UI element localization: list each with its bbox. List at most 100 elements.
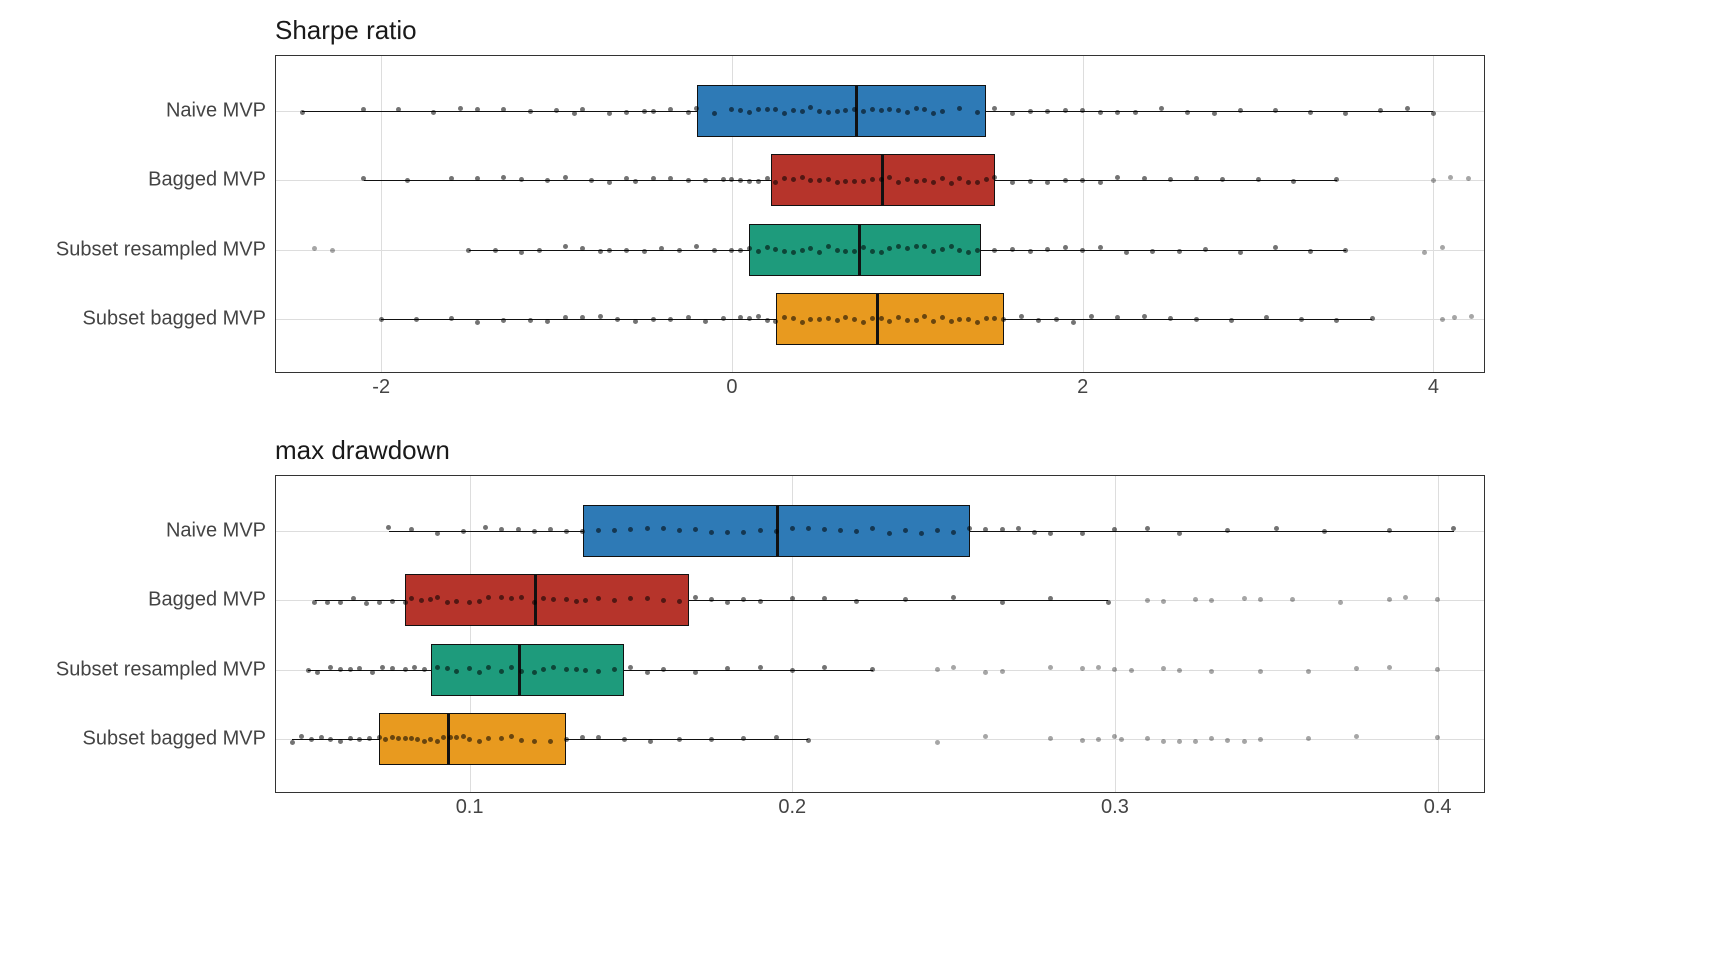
data-point <box>564 597 569 602</box>
y-tick-label: Subset bagged MVP <box>83 728 266 751</box>
data-point <box>1343 248 1348 253</box>
data-point <box>712 248 717 253</box>
data-point <box>1194 317 1199 322</box>
outlier-point <box>1338 600 1343 605</box>
data-point <box>1106 600 1111 605</box>
data-point <box>966 250 971 255</box>
data-point <box>403 736 408 741</box>
outlier-point <box>1129 668 1134 673</box>
data-point <box>817 109 822 114</box>
data-point <box>951 530 956 535</box>
data-point <box>940 109 945 114</box>
data-point <box>312 600 317 605</box>
data-point <box>1405 106 1410 111</box>
data-point <box>648 739 653 744</box>
data-point <box>677 737 682 742</box>
data-point <box>422 739 427 744</box>
box-median <box>858 224 861 276</box>
data-point <box>790 596 795 601</box>
data-point <box>493 248 498 253</box>
data-point <box>984 316 989 321</box>
outlier-point <box>983 670 988 675</box>
data-point <box>1177 249 1182 254</box>
data-point <box>607 180 612 185</box>
data-point <box>348 736 353 741</box>
data-point <box>861 245 866 250</box>
data-point <box>1098 110 1103 115</box>
outlier-point <box>1048 736 1053 741</box>
data-point <box>1001 317 1006 322</box>
data-point <box>835 248 840 253</box>
data-point <box>703 319 708 324</box>
data-point <box>1010 111 1015 116</box>
data-point <box>403 600 408 605</box>
data-point <box>879 108 884 113</box>
plot-area: 0.10.20.30.4Naive MVPBagged MVPSubset re… <box>275 475 1485 793</box>
outlier-point <box>1431 178 1436 183</box>
outlier-point <box>1387 665 1392 670</box>
data-point <box>975 320 980 325</box>
outlier-point <box>1258 669 1263 674</box>
data-point <box>435 665 440 670</box>
x-tick-label: 0.4 <box>1424 796 1452 819</box>
data-point <box>686 178 691 183</box>
data-point <box>1045 109 1050 114</box>
data-point <box>483 525 488 530</box>
data-point <box>1273 108 1278 113</box>
data-point <box>338 600 343 605</box>
x-gridline <box>381 56 382 372</box>
data-point <box>1229 318 1234 323</box>
data-point <box>861 109 866 114</box>
data-point <box>596 735 601 740</box>
data-point <box>390 735 395 740</box>
data-point <box>835 109 840 114</box>
data-point <box>519 738 524 743</box>
data-point <box>903 528 908 533</box>
data-point <box>782 176 787 181</box>
data-point <box>677 248 682 253</box>
data-point <box>607 111 612 116</box>
data-point <box>545 319 550 324</box>
data-point <box>668 176 673 181</box>
outlier-point <box>1000 669 1005 674</box>
data-point <box>721 177 726 182</box>
chart-title: Sharpe ratio <box>275 15 417 46</box>
data-point <box>822 527 827 532</box>
data-point <box>519 595 524 600</box>
data-point <box>516 527 521 532</box>
x-tick-label: 2 <box>1077 376 1088 399</box>
y-tick-label: Naive MVP <box>166 519 266 542</box>
data-point <box>756 249 761 254</box>
data-point <box>1000 527 1005 532</box>
outlier-point <box>1080 738 1085 743</box>
data-point <box>467 666 472 671</box>
data-point <box>563 244 568 249</box>
outlier-point <box>1209 598 1214 603</box>
data-point <box>677 599 682 604</box>
y-tick-label: Subset resampled MVP <box>56 658 266 681</box>
data-point <box>940 315 945 320</box>
data-point <box>651 317 656 322</box>
data-point <box>422 667 427 672</box>
data-point <box>1054 317 1059 322</box>
data-point <box>914 244 919 249</box>
data-point <box>328 737 333 742</box>
outlier-point <box>1290 597 1295 602</box>
data-point <box>319 735 324 740</box>
outlier-point <box>1435 597 1440 602</box>
data-point <box>548 527 553 532</box>
data-point <box>519 177 524 182</box>
data-point <box>975 248 980 253</box>
outlier-point <box>1258 737 1263 742</box>
data-point <box>835 180 840 185</box>
outlier-point <box>1145 736 1150 741</box>
x-tick-label: -2 <box>372 376 390 399</box>
data-point <box>338 667 343 672</box>
data-point <box>651 109 656 114</box>
data-point <box>1145 526 1150 531</box>
data-point <box>1343 111 1348 116</box>
data-point <box>1431 111 1436 116</box>
outlier-point <box>1403 595 1408 600</box>
data-point <box>1028 249 1033 254</box>
data-point <box>826 177 831 182</box>
